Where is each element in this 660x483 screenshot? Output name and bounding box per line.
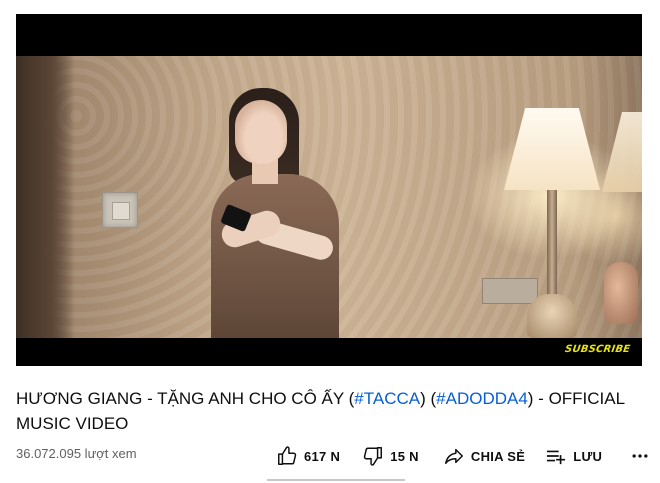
thumbs-down-icon [362,445,384,467]
like-ratio-bar [267,479,405,481]
thumbs-up-icon [276,445,298,467]
video-frame[interactable] [16,56,642,338]
watch-page: SUBSCRIBE HƯƠNG GIANG - TẶNG ANH CHO CÔ … [0,0,660,483]
playlist-add-icon [545,445,567,467]
like-count: 617 N [304,448,341,464]
more-actions-button[interactable] [624,440,656,472]
scene-lamp-stem [547,190,557,300]
dislike-count: 15 N [390,448,419,464]
scene-lamp-shade [504,108,600,190]
scene-woman-face [235,100,287,164]
video-player[interactable]: SUBSCRIBE [16,14,642,366]
view-count: 36.072.095 lượt xem [16,446,137,461]
more-horizontal-icon [630,446,650,466]
scene-light-switch [102,192,138,228]
scene-lamp-base [527,294,577,338]
scene-vase [604,262,638,324]
title-text: ) ( [420,389,437,408]
dislike-button[interactable]: 15 N [356,440,425,472]
scene-wall-shadow [16,56,74,338]
save-label: LƯU [573,448,603,464]
like-button[interactable]: 617 N [270,440,346,472]
share-button[interactable]: CHIA SẺ [437,440,531,472]
video-title: HƯƠNG GIANG - TẶNG ANH CHO CÔ ẤY (#TACCA… [16,386,636,436]
scene-wall-outlets [482,278,538,304]
scene-second-lamp [602,112,642,192]
subscribe-watermark[interactable]: SUBSCRIBE [564,344,631,355]
share-label: CHIA SẺ [470,448,526,464]
share-arrow-icon [443,445,465,467]
hashtag-link-tacca[interactable]: #TACCA [354,389,420,408]
save-button[interactable]: LƯU [539,440,608,472]
title-text: HƯƠNG GIANG - TẶNG ANH CHO CÔ ẤY ( [16,389,355,408]
action-bar: 617 N 15 N CHIA SẺ LƯU [270,440,656,472]
hashtag-link-adodda4[interactable]: #ADODDA4 [436,389,528,408]
